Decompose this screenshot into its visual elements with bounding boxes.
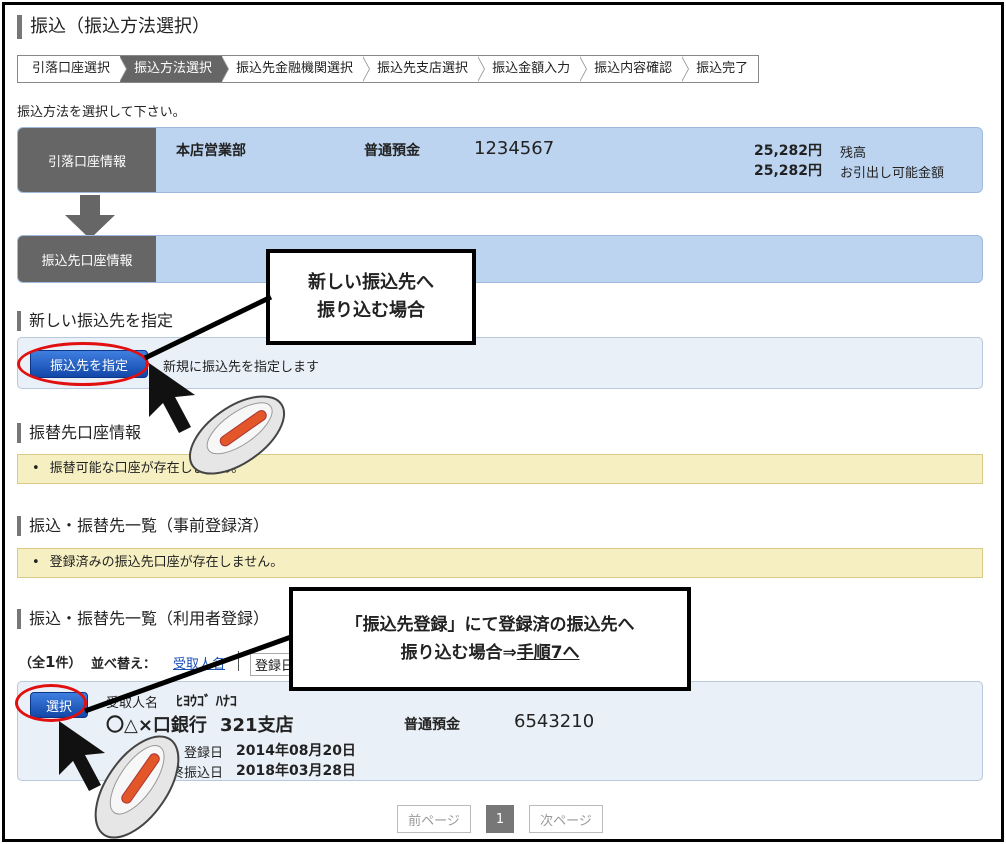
source-account-type: 普通預金 (364, 143, 420, 159)
callout-reg-prefix: 振り込む場合⇒ (400, 643, 517, 663)
step-7: 振込完了 (682, 56, 759, 82)
balance-label: 残高 (840, 146, 867, 161)
result-count: （全1件） (19, 652, 81, 671)
bullet-icon: • (32, 461, 40, 476)
new-payee-box: 振込先を指定 新規に振込先を指定します (17, 337, 983, 389)
highlight-ellipse-select (15, 684, 87, 722)
preregistered-heading: 振込・振替先一覧（事前登録済） (17, 516, 269, 536)
sort-by-name-link[interactable]: 受取人名 (173, 653, 225, 672)
last-date-label: 最終振込日 (158, 766, 224, 781)
prev-page-button[interactable]: 前ページ (397, 805, 471, 833)
step-3: 振込先金融機関選択 (222, 56, 371, 82)
available-amount: 25,282円 (754, 163, 823, 179)
payee-card: 選択 受取人名 ﾋﾖｳｺﾞ ﾊﾅｺ 〇△×口銀行 321支店 普通預金 6543… (17, 681, 983, 781)
step-5: 振込金額入力 (478, 56, 588, 82)
user-registered-heading: 振込・振替先一覧（利用者登録） (17, 609, 269, 629)
source-account-label: 引落口座情報 (18, 128, 156, 192)
bullet-icon: • (32, 555, 40, 570)
payee-account-number: 6543210 (514, 711, 595, 732)
next-page-button[interactable]: 次ページ (529, 805, 603, 833)
payee-account-type: 普通預金 (404, 717, 460, 733)
arrow-down-icon (65, 195, 115, 239)
sort-divider (238, 651, 239, 671)
recipient-label: 受取人名 (106, 696, 159, 711)
sort-label: 並べ替え： (91, 657, 157, 672)
page-frame: 振込（振込方法選択） 引落口座選択 振込方法選択 振込先金融機関選択 振込先支店… (2, 2, 1004, 842)
instruction-text: 振込方法を選択して下さい。 (17, 105, 186, 120)
count-suffix: 件） (55, 656, 82, 671)
step-4: 振込先支店選択 (363, 56, 486, 82)
callout-new-line2: 振り込む場合 (317, 300, 425, 321)
highlight-ellipse (17, 342, 149, 386)
payee-bank: 〇△×口銀行 (106, 715, 207, 736)
step-progress: 引落口座選択 振込方法選択 振込先金融機関選択 振込先支店選択 振込金額入力 振… (17, 55, 760, 83)
transfer-dest-message: 振替可能な口座が存在しません。 (49, 461, 245, 476)
transfer-dest-heading: 振替先口座情報 (17, 423, 141, 443)
preregistered-message-box: • 登録済みの振込先口座が存在しません。 (17, 548, 983, 578)
current-page[interactable]: 1 (486, 805, 514, 833)
callout-new-payee: 新しい振込先へ 振り込む場合 (266, 249, 476, 345)
reg-date: 2014年08月20日 (236, 743, 356, 759)
last-date: 2018年03月28日 (236, 763, 356, 779)
count-prefix: （全 (19, 656, 46, 671)
callout-registered-payee: 「振込先登録」にて登録済の振込先へ 振り込む場合⇒手順7へ (289, 587, 691, 691)
step-6: 振込内容確認 (580, 56, 690, 82)
callout-step7-link: 手順7へ (516, 643, 580, 663)
dest-account-box: 振込先口座情報 (17, 235, 983, 283)
page-title: 振込（振込方法選択） (17, 15, 210, 39)
transfer-dest-message-box: • 振替可能な口座が存在しません。 (17, 454, 983, 484)
new-payee-heading: 新しい振込先を指定 (17, 311, 173, 331)
callout-new-line1: 新しい振込先へ (308, 272, 434, 293)
available-label: お引出し可能金額 (840, 166, 945, 181)
reg-date-label: 登録日 (184, 746, 224, 761)
step-1: 引落口座選択 (18, 56, 128, 82)
count-value: 1 (45, 653, 56, 671)
balance-amount: 25,282円 (754, 143, 823, 159)
callout-reg-line2: 振り込む場合⇒手順7へ (293, 639, 687, 667)
dest-account-label: 振込先口座情報 (18, 236, 156, 282)
callout-reg-line1: 「振込先登録」にて登録済の振込先へ (345, 615, 635, 635)
source-account-box: 引落口座情報 本店営業部 普通預金 1234567 25,282円 残高 25,… (17, 127, 983, 193)
new-payee-description: 新規に振込先を指定します (163, 360, 320, 375)
recipient-name: ﾋﾖｳｺﾞ ﾊﾅｺ (176, 694, 237, 710)
preregistered-message: 登録済みの振込先口座が存在しません。 (49, 555, 284, 570)
source-branch: 本店営業部 (176, 143, 246, 159)
source-account-number: 1234567 (474, 138, 555, 159)
step-2-active: 振込方法選択 (120, 56, 230, 82)
payee-branch: 321支店 (220, 715, 294, 736)
